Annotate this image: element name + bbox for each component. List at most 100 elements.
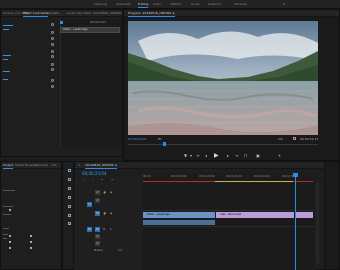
- tab-libraries[interactable]: Libraries: [35, 163, 48, 167]
- effect-row-motion[interactable]: [3, 25, 13, 26]
- tab-audio-clip-mixer[interactable]: Audio Clip Mixer: 20190816_OMOM4: [67, 11, 122, 15]
- clip-thumbnail-icon[interactable]: [30, 241, 32, 243]
- lock-icon[interactable]: 🔒: [103, 212, 106, 215]
- more-workspaces-icon[interactable]: »: [283, 1, 285, 6]
- workspace-effects[interactable]: Effects: [171, 2, 181, 6]
- selection-tool-icon[interactable]: [68, 169, 71, 172]
- track-target-v1[interactable]: V1: [95, 211, 100, 216]
- workspace-editing[interactable]: Editing: [138, 2, 149, 8]
- effect-row-time-remap[interactable]: [3, 71, 10, 72]
- tab-metadata[interactable]: Metadata: [45, 11, 59, 15]
- play-icon[interactable]: ▶: [214, 152, 219, 159]
- playhead-marker-icon[interactable]: [60, 21, 63, 24]
- timeline-clip-v1[interactable]: Lake - Deiris.mp4: [216, 212, 294, 218]
- ruler-tick: 00;00: [143, 175, 151, 178]
- track-target-v3[interactable]: V3: [95, 190, 100, 195]
- reset-icon[interactable]: [51, 50, 54, 53]
- workspace-audio[interactable]: Audio: [191, 2, 200, 6]
- effect-controls-clip[interactable]: Water - Lakebridge: [60, 27, 120, 33]
- timeline-playhead[interactable]: [295, 173, 296, 270]
- solo-icon[interactable]: S: [110, 228, 112, 231]
- workspace-assembly[interactable]: Assembly: [116, 2, 130, 6]
- track-target-a2[interactable]: A2: [95, 234, 100, 239]
- clip-thumbnail-icon[interactable]: [9, 247, 11, 249]
- source-tab-row: Source: (no clips) Effect Controls ≡ Met…: [1, 10, 122, 17]
- project-item[interactable]: [3, 238, 7, 239]
- program-playhead-icon[interactable]: [163, 142, 166, 146]
- reset-icon[interactable]: [51, 55, 54, 58]
- settings-wrench-icon[interactable]: [293, 137, 296, 140]
- effect-row-opacity[interactable]: [3, 55, 11, 56]
- project-item[interactable]: [3, 228, 9, 229]
- eye-icon[interactable]: ◉: [110, 191, 112, 194]
- step-back-icon[interactable]: ◂: [205, 153, 207, 158]
- eye-icon[interactable]: ◉: [110, 212, 112, 215]
- track-select-tool-icon[interactable]: [68, 178, 71, 181]
- clip-thumbnail-icon[interactable]: [9, 235, 11, 237]
- program-video-frame[interactable]: [128, 21, 318, 135]
- track-target-v2[interactable]: V2: [95, 198, 100, 203]
- mark-out-icon[interactable]: ▾: [190, 153, 192, 158]
- workspace-libraries[interactable]: Libraries: [234, 2, 247, 6]
- clip-thumbnail-icon[interactable]: [30, 247, 32, 249]
- lift-icon[interactable]: ⊓: [244, 153, 247, 158]
- clip-thumbnail-icon[interactable]: [30, 235, 32, 237]
- tab-info[interactable]: Info: [51, 163, 57, 167]
- program-scrub-bar[interactable]: [128, 144, 318, 145]
- clip-thumbnail-icon[interactable]: [9, 241, 11, 243]
- step-forward-icon[interactable]: ▸: [227, 153, 229, 158]
- tab-media-browser[interactable]: Media Browser: [15, 163, 37, 167]
- reset-icon[interactable]: [51, 85, 54, 88]
- reset-icon[interactable]: [51, 43, 54, 46]
- track-target-a3[interactable]: A3: [95, 241, 100, 246]
- timeline-close-icon[interactable]: ×: [78, 163, 81, 167]
- reset-icon[interactable]: [51, 79, 54, 82]
- program-fit-dropdown[interactable]: Fit: [158, 137, 162, 141]
- export-frame-icon[interactable]: ▣: [256, 153, 260, 158]
- timeline-vertical-scrollbar[interactable]: [316, 183, 319, 263]
- project-item[interactable]: [3, 234, 8, 235]
- workspace-learning[interactable]: Learning: [94, 2, 107, 6]
- reset-icon[interactable]: [51, 63, 54, 66]
- timeline-clip-a1[interactable]: [143, 220, 215, 225]
- lock-icon[interactable]: 🔒: [103, 191, 106, 194]
- effect-row-opacity-value[interactable]: [3, 59, 8, 60]
- tab-project[interactable]: Project: [3, 163, 14, 169]
- pen-tool-icon[interactable]: [68, 214, 71, 217]
- project-item[interactable]: [3, 206, 13, 207]
- program-playhead-timecode[interactable]: 00;00;23;04: [128, 137, 146, 141]
- clip-thumbnail-icon[interactable]: [9, 209, 11, 211]
- mute-icon[interactable]: M: [103, 228, 105, 231]
- track-target-a1[interactable]: A1: [95, 227, 100, 232]
- slip-tool-icon[interactable]: [68, 205, 71, 208]
- add-button-icon[interactable]: +: [278, 153, 281, 158]
- project-item[interactable]: [3, 214, 11, 215]
- reset-icon[interactable]: [51, 23, 54, 26]
- tab-timeline-sequence[interactable]: 20190816_OMOM4 ≡: [85, 163, 118, 169]
- timeline-clip-v1[interactable]: [296, 212, 313, 218]
- playhead-handle-icon[interactable]: [293, 173, 298, 177]
- source-patch-a1[interactable]: A1: [87, 227, 92, 232]
- effect-row-speed[interactable]: [3, 79, 8, 80]
- tab-program[interactable]: Program: 20190816_OMOM4 ≡: [128, 11, 175, 17]
- razor-tool-icon[interactable]: [68, 196, 71, 199]
- track-headers: [74, 180, 143, 270]
- workspace-graphics[interactable]: Graphics: [208, 2, 221, 6]
- hand-tool-icon[interactable]: [68, 222, 71, 225]
- effect-row-position[interactable]: [3, 29, 9, 30]
- reset-icon[interactable]: [51, 31, 54, 34]
- program-resolution-dropdown[interactable]: 1/2: [278, 137, 283, 141]
- master-volume-value[interactable]: 0.0: [118, 249, 122, 252]
- go-to-out-icon[interactable]: ⇥: [235, 153, 238, 158]
- project-item[interactable]: [3, 190, 15, 191]
- go-to-in-icon[interactable]: ⇤: [197, 153, 200, 158]
- effect-controls-timeline[interactable]: [60, 19, 122, 149]
- timeline-clip-v1[interactable]: Water - Lakebridge: [143, 212, 215, 218]
- timeline-timecode[interactable]: 00;00;23;04: [82, 171, 106, 176]
- workspace-color[interactable]: Color: [153, 2, 161, 6]
- ripple-edit-tool-icon[interactable]: [68, 187, 71, 190]
- source-patch-v1[interactable]: V1: [87, 202, 92, 207]
- reset-icon[interactable]: [51, 37, 54, 40]
- mark-in-icon[interactable]: ▼: [184, 153, 187, 158]
- reset-icon[interactable]: [51, 68, 54, 71]
